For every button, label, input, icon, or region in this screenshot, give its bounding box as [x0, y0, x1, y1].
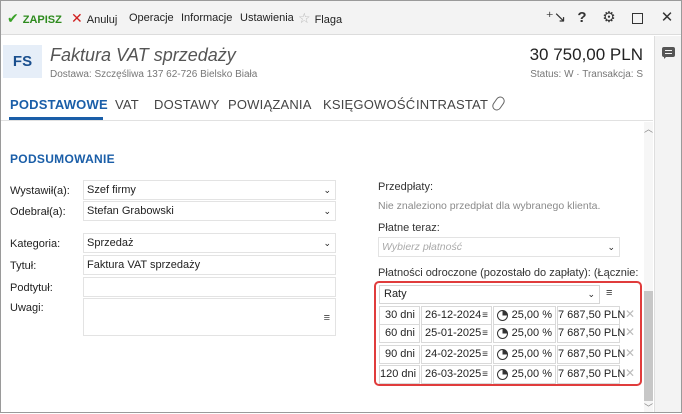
installment-percent[interactable]: 25,00 % — [493, 306, 556, 325]
remove-installment-icon[interactable]: ✕ — [625, 307, 635, 321]
side-panel — [654, 36, 681, 412]
scroll-up-icon[interactable]: ︿ — [644, 122, 653, 135]
chevron-down-icon: ⌄ — [323, 206, 331, 216]
installment-days[interactable]: 120 dni — [379, 365, 420, 384]
document-status: Status: W · Transakcja: S — [530, 69, 643, 80]
scrollbar-thumb[interactable] — [644, 291, 653, 401]
document-title: Faktura VAT sprzedaży — [50, 45, 236, 65]
gear-icon: ⚙ — [602, 9, 616, 26]
notes-label: Uwagi: — [10, 302, 44, 314]
calendar-menu-icon[interactable]: ≡ — [482, 307, 488, 324]
comment-icon[interactable] — [662, 47, 675, 59]
operations-menu[interactable]: Operacje — [129, 9, 174, 27]
toolbar: ✔ ZAPISZ ✕ Anuluj Operacje Informacje Usta… — [1, 1, 681, 35]
deferred-payments-label: Płatności odroczone (pozostało do zapłat… — [378, 267, 640, 279]
notes-textarea[interactable]: ≡ — [83, 298, 336, 336]
pie-chart-icon — [497, 369, 508, 380]
installment-percent[interactable]: 25,00 % — [493, 324, 556, 343]
close-icon: ✕ — [71, 10, 83, 26]
title-input[interactable]: Faktura VAT sprzedaży — [83, 255, 336, 275]
chevron-down-icon: ⌄ — [587, 289, 595, 299]
chevron-down-icon: ⌄ — [607, 242, 615, 252]
pay-now-label: Płatne teraz: — [378, 222, 440, 234]
installment-date[interactable]: 26-03-2025 ≡ — [421, 365, 492, 384]
star-icon: ☆ — [298, 10, 311, 26]
installment-date[interactable]: 26-12-2024 ≡ — [421, 306, 492, 325]
pay-now-select[interactable]: Wybierz płatność ⌄ — [378, 237, 620, 257]
info-menu[interactable]: Informacje — [181, 9, 232, 27]
cancel-button[interactable]: ✕ Anuluj — [71, 9, 117, 27]
remove-installment-icon[interactable]: ✕ — [625, 325, 635, 339]
subtitle-input[interactable] — [83, 277, 336, 297]
document-amount: 30 750,00 PLN — [529, 45, 643, 64]
tab-vat[interactable]: VAT — [115, 97, 139, 112]
settings-gear-button[interactable]: ⚙ — [598, 7, 620, 29]
calendar-menu-icon[interactable]: ≡ — [482, 346, 488, 363]
remove-installment-icon[interactable]: ✕ — [625, 346, 635, 360]
help-button[interactable]: ? — [571, 7, 593, 29]
installment-amount[interactable]: 7 687,50 PLN — [557, 324, 625, 343]
calendar-menu-icon[interactable]: ≡ — [482, 366, 488, 383]
installment-date[interactable]: 24-02-2025 ≡ — [421, 345, 492, 364]
installment-amount[interactable]: 7 687,50 PLN — [557, 306, 625, 325]
add-shortcut-button[interactable]: ⁺↘ — [545, 7, 567, 29]
add-pointer-icon: ⁺↘ — [545, 9, 567, 26]
issued-by-select[interactable]: Szef firmy ⌄ — [83, 180, 336, 200]
menu-lines-icon[interactable]: ≡ — [606, 287, 612, 299]
prepayments-label: Przedpłaty: — [378, 181, 434, 193]
installment-amount[interactable]: 7 687,50 PLN — [557, 345, 625, 364]
pie-chart-icon — [497, 349, 508, 360]
installment-days[interactable]: 30 dni — [379, 306, 420, 325]
installment-date[interactable]: 25-01-2025 ≡ — [421, 324, 492, 343]
flag-button[interactable]: ☆ Flaga — [298, 9, 342, 27]
installment-percent[interactable]: 25,00 % — [493, 345, 556, 364]
close-window-button[interactable]: ✕ — [656, 7, 678, 29]
title-label: Tytuł: — [10, 260, 37, 272]
category-select[interactable]: Sprzedaż ⌄ — [83, 233, 336, 253]
received-by-select[interactable]: Stefan Grabowski ⌄ — [83, 201, 336, 221]
delivery-address: Dostawa: Szczęśliwa 137 62-726 Bielsko B… — [50, 69, 258, 80]
save-button[interactable]: ✔ ZAPISZ — [7, 9, 62, 27]
tab-intrastat[interactable]: INTRASTAT — [416, 97, 488, 112]
scroll-down-icon[interactable]: ﹀ — [644, 401, 653, 414]
tab-powiazania[interactable]: POWIĄZANIA — [228, 97, 312, 112]
settings-menu[interactable]: Ustawienia — [240, 9, 294, 27]
tab-ksiegowosc[interactable]: KSIĘGOWOŚĆ — [323, 97, 415, 112]
issued-by-label: Wystawił(a): — [10, 185, 70, 197]
received-by-label: Odebrał(a): — [10, 206, 66, 218]
menu-lines-icon[interactable]: ≡ — [324, 309, 330, 327]
chevron-down-icon: ⌄ — [323, 185, 331, 195]
close-window-icon: ✕ — [660, 9, 674, 26]
active-tab-indicator — [9, 117, 103, 120]
invoice-window: ✔ ZAPISZ ✕ Anuluj Operacje Informacje Usta… — [0, 0, 682, 413]
tab-podstawowe[interactable]: PODSTAWOWE — [10, 97, 108, 112]
installment-days[interactable]: 90 dni — [379, 345, 420, 364]
subtitle-label: Podtytuł: — [10, 282, 53, 294]
installment-percent[interactable]: 25,00 % — [493, 365, 556, 384]
pie-chart-icon — [497, 328, 508, 339]
help-icon: ? — [577, 9, 587, 26]
deferred-type-select[interactable]: Raty ⌄ — [379, 285, 600, 304]
prepayments-note: Nie znaleziono przedpłat dla wybranego k… — [378, 200, 601, 212]
remove-installment-icon[interactable]: ✕ — [625, 366, 635, 380]
maximize-icon — [631, 12, 643, 24]
installment-amount[interactable]: 7 687,50 PLN — [557, 365, 625, 384]
chevron-down-icon: ⌄ — [323, 238, 331, 248]
tab-dostawy[interactable]: DOSTAWY — [154, 97, 220, 112]
maximize-button[interactable] — [626, 7, 648, 29]
calendar-menu-icon[interactable]: ≡ — [482, 325, 488, 342]
installment-days[interactable]: 60 dni — [379, 324, 420, 343]
section-title: PODSUMOWANIE — [10, 152, 115, 166]
document-type-badge: FS — [3, 45, 42, 78]
check-icon: ✔ — [7, 10, 19, 26]
pie-chart-icon — [497, 310, 508, 321]
category-label: Kategoria: — [10, 238, 61, 250]
